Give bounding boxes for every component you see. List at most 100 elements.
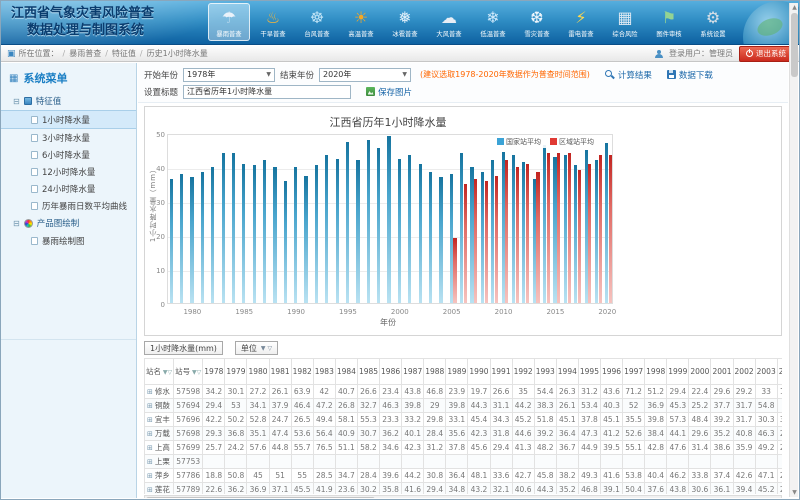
value-cell: 30.8 bbox=[424, 469, 446, 483]
toolbar-item-干旱普查[interactable]: ♨干旱普查 bbox=[252, 3, 294, 41]
column-header-year[interactable]: 1987 bbox=[402, 359, 424, 385]
table-row: ⊞铜鼓5769429.45334.137.946.447.226.832.746… bbox=[145, 399, 783, 413]
scroll-down-arrow-icon[interactable]: ▼ bbox=[790, 488, 799, 497]
toolbar-item-高温普查[interactable]: ☀高温普查 bbox=[340, 3, 382, 41]
sidebar-item-3小时降水量[interactable]: 3小时降水量 bbox=[1, 129, 136, 146]
column-header-year[interactable]: 1981 bbox=[269, 359, 291, 385]
toolbar-item-雷电普查[interactable]: ⚡雷电普查 bbox=[560, 3, 602, 41]
toolbar-item-label: 台风普查 bbox=[304, 30, 329, 39]
column-header-year[interactable]: 1995 bbox=[578, 359, 600, 385]
expand-icon[interactable]: ⊞ bbox=[147, 472, 153, 480]
column-header-year[interactable]: 1996 bbox=[600, 359, 622, 385]
column-header-站号[interactable]: 站号 ▼▽ bbox=[174, 359, 203, 385]
column-header-year[interactable]: 1978 bbox=[203, 359, 225, 385]
horizontal-scrollbar-thumb[interactable] bbox=[146, 497, 375, 498]
breadcrumb-item-3[interactable]: 历史1小时降水量 bbox=[147, 48, 208, 59]
value-cell: 49.4 bbox=[313, 413, 335, 427]
chart-title-input[interactable]: 江西省历年1小时降水量 bbox=[183, 85, 351, 99]
toolbar-item-系统设置[interactable]: ⚙系统设置 bbox=[692, 3, 734, 41]
start-year-select[interactable]: 1978年 ▼ bbox=[183, 68, 275, 82]
toolbar-item-低温普查[interactable]: ❄低温普查 bbox=[472, 3, 514, 41]
column-header-year[interactable]: 1998 bbox=[645, 359, 667, 385]
sidebar-item-12小时降水量[interactable]: 12小时降水量 bbox=[1, 163, 136, 180]
value-cell: 24.7 bbox=[269, 413, 291, 427]
expand-icon[interactable]: ⊞ bbox=[147, 388, 153, 396]
expand-icon[interactable]: ⊞ bbox=[147, 416, 153, 424]
column-header-year[interactable]: 1983 bbox=[313, 359, 335, 385]
logout-button[interactable]: 退出系统 bbox=[739, 46, 793, 62]
sidebar-item-暴雨绘制图[interactable]: 暴雨绘制图 bbox=[1, 232, 136, 249]
x-tick-label: 1990 bbox=[283, 308, 309, 316]
toolbar-item-图件审核[interactable]: ⚑图件审核 bbox=[648, 3, 690, 41]
column-header-year[interactable]: 1986 bbox=[380, 359, 402, 385]
column-header-year[interactable]: 1997 bbox=[623, 359, 645, 385]
tree-toggle-icon[interactable]: ⊟ bbox=[13, 97, 20, 106]
sort-filter-icon[interactable]: ▼▽ bbox=[190, 369, 201, 376]
tree-toggle-icon[interactable]: ⊟ bbox=[13, 219, 20, 228]
sidebar-group-产品图绘制[interactable]: ⊟产品图绘制 bbox=[1, 214, 136, 232]
sidebar-item-6小时降水量[interactable]: 6小时降水量 bbox=[1, 146, 136, 163]
value-cell: 29.3 bbox=[203, 427, 225, 441]
toolbar-item-台风普查[interactable]: ☸台风普查 bbox=[296, 3, 338, 41]
value-cell: 14.4 bbox=[777, 385, 782, 399]
unit-combo[interactable]: 单位 ▼ ▽ bbox=[235, 341, 278, 355]
breadcrumb-item-1[interactable]: 暴雨普查 bbox=[69, 48, 101, 59]
value-cell: 23.9 bbox=[446, 385, 468, 399]
expand-icon[interactable]: ⊞ bbox=[147, 486, 153, 494]
expand-icon[interactable]: ⊞ bbox=[147, 430, 153, 438]
value-cell: 63.9 bbox=[291, 385, 313, 399]
download-button[interactable]: 数据下载 bbox=[667, 69, 713, 81]
column-header-year[interactable]: 1982 bbox=[291, 359, 313, 385]
column-header-year[interactable]: 1985 bbox=[357, 359, 379, 385]
column-header-year[interactable]: 1993 bbox=[534, 359, 556, 385]
value-cell bbox=[689, 455, 711, 469]
column-header-year[interactable]: 1990 bbox=[468, 359, 490, 385]
column-header-year[interactable]: 1984 bbox=[335, 359, 357, 385]
value-cell: 26.5 bbox=[291, 413, 313, 427]
sidebar-item-1小时降水量[interactable]: 1小时降水量 bbox=[1, 110, 136, 129]
horizontal-scrollbar[interactable] bbox=[144, 495, 782, 498]
calculate-button[interactable]: 计算结果 bbox=[605, 69, 652, 81]
expand-icon[interactable]: ⊞ bbox=[147, 444, 153, 452]
column-header-year[interactable]: 1988 bbox=[424, 359, 446, 385]
sidebar-group-特征值[interactable]: ⊟特征值 bbox=[1, 92, 136, 110]
column-header-year[interactable]: 2001 bbox=[711, 359, 733, 385]
column-header-year[interactable]: 1992 bbox=[512, 359, 534, 385]
column-header-year[interactable]: 2003 bbox=[755, 359, 777, 385]
column-header-year[interactable]: 1979 bbox=[225, 359, 247, 385]
column-header-year[interactable]: 1980 bbox=[247, 359, 269, 385]
chart-bar bbox=[547, 153, 550, 303]
scroll-up-arrow-icon[interactable]: ▲ bbox=[790, 3, 799, 12]
column-header-year[interactable]: 1994 bbox=[556, 359, 578, 385]
value-cell: 35.8 bbox=[380, 483, 402, 495]
chart-bar bbox=[574, 165, 577, 303]
column-header-站名[interactable]: 站名 ▼▽ bbox=[145, 359, 174, 385]
breadcrumb-item-2[interactable]: 特征值 bbox=[112, 48, 136, 59]
sort-filter-icon[interactable]: ▼▽ bbox=[161, 369, 172, 376]
toolbar-item-冰雹普查[interactable]: ❅冰雹普查 bbox=[384, 3, 426, 41]
toolbar-item-暴雨普查[interactable]: ☂暴雨普查 bbox=[208, 3, 250, 41]
value-cell: 42.2 bbox=[203, 413, 225, 427]
save-image-button[interactable]: 保存图片 bbox=[366, 86, 412, 98]
expand-icon[interactable]: ⊞ bbox=[147, 402, 153, 410]
toolbar-item-大风普查[interactable]: ☁大风普查 bbox=[428, 3, 470, 41]
sidebar-item-24小时降水量[interactable]: 24小时降水量 bbox=[1, 180, 136, 197]
vertical-scrollbar-thumb[interactable] bbox=[791, 13, 798, 77]
expand-icon[interactable]: ⊞ bbox=[147, 458, 153, 466]
value-type-combo[interactable]: 1小时降水量(mm) bbox=[144, 341, 223, 355]
value-cell: 22.6 bbox=[203, 483, 225, 495]
toolbar-item-雪灾普查[interactable]: ❆雪灾普查 bbox=[516, 3, 558, 41]
column-header-year[interactable]: 2002 bbox=[733, 359, 755, 385]
column-header-year[interactable]: 1989 bbox=[446, 359, 468, 385]
toolbar-item-综合风险[interactable]: ▦综合风险 bbox=[604, 3, 646, 41]
value-cell: 39.2 bbox=[777, 413, 782, 427]
end-year-select[interactable]: 2020年 ▼ bbox=[319, 68, 411, 82]
column-header-year[interactable]: 2004 bbox=[777, 359, 782, 385]
column-header-year[interactable]: 1999 bbox=[667, 359, 689, 385]
sidebar-item-label: 3小时降水量 bbox=[42, 132, 90, 144]
chart-bar bbox=[356, 160, 359, 303]
sidebar-item-历年暴雨日数平均曲线[interactable]: 历年暴雨日数平均曲线 bbox=[1, 197, 136, 214]
vertical-scrollbar[interactable]: ▲ ▼ bbox=[789, 3, 798, 497]
column-header-year[interactable]: 1991 bbox=[490, 359, 512, 385]
column-header-year[interactable]: 2000 bbox=[689, 359, 711, 385]
